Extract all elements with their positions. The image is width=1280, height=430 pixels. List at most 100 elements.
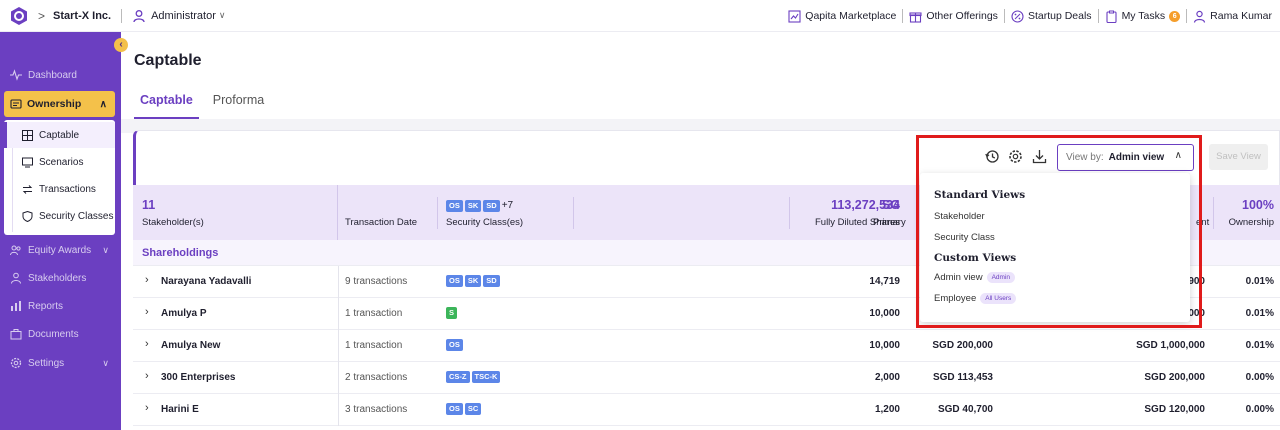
fds-value: 1,200: [874, 404, 900, 415]
sidebar-subitem-captable[interactable]: Captable: [4, 122, 115, 148]
sidebar-subitem-transactions[interactable]: Transactions: [4, 176, 115, 202]
startup-deals-label: Startup Deals: [1027, 10, 1092, 22]
role-selector[interactable]: Administrator: [151, 10, 216, 22]
startup-deals-link[interactable]: Startup Deals: [1011, 9, 1092, 23]
user-menu[interactable]: Rama Kumar: [1193, 10, 1272, 23]
expand-chevron-icon[interactable]: ›: [145, 338, 149, 350]
user-name: Rama Kumar: [1210, 10, 1272, 22]
marketplace-link[interactable]: Qapita Marketplace: [788, 9, 897, 23]
transaction-count[interactable]: 1 transaction: [345, 308, 402, 319]
sidebar-item-label: Ownership: [27, 98, 82, 110]
sidebar-subitem-security-classes[interactable]: Security Classes: [4, 203, 115, 229]
stakeholder-name[interactable]: Amulya P: [161, 308, 207, 319]
column-divider: [338, 330, 339, 362]
column-divider: [337, 185, 338, 240]
transaction-count[interactable]: 9 transactions: [345, 276, 407, 287]
investment-value: SGD 200,000: [1144, 372, 1205, 383]
ownership-total: 100%: [1242, 198, 1274, 212]
people-icon: [10, 245, 21, 256]
expand-chevron-icon[interactable]: ›: [145, 274, 149, 286]
sidebar-item-ownership[interactable]: Ownership ∧: [4, 91, 115, 117]
sidebar-item-label: Documents: [28, 328, 79, 340]
transaction-count[interactable]: 1 transaction: [345, 340, 402, 351]
user-icon: [1194, 10, 1206, 23]
user-icon: [133, 9, 145, 22]
qapita-logo-icon[interactable]: [9, 6, 29, 26]
sidebar-item-label: Stakeholders: [28, 272, 87, 284]
table-row[interactable]: › Amulya New 1 transaction OS 10,000 SGD…: [133, 330, 1280, 362]
expand-chevron-icon[interactable]: ›: [145, 402, 149, 414]
stakeholder-name[interactable]: Amulya New: [161, 340, 220, 351]
sidebar-item-reports[interactable]: Reports: [0, 295, 121, 317]
page-title: Captable: [134, 52, 202, 69]
collapse-sidebar-button[interactable]: ‹: [114, 38, 128, 52]
security-class-header[interactable]: Security Class(es): [446, 217, 523, 228]
security-badge: OS: [446, 403, 463, 415]
fds-value: 2,000: [874, 372, 900, 383]
sidebar-subitem-label: Security Classes: [39, 210, 114, 222]
column-divider: [437, 197, 438, 229]
sidebar-item-documents[interactable]: Documents: [0, 323, 121, 345]
sidebar-item-stakeholders[interactable]: Stakeholders: [0, 267, 121, 289]
fds-value: 14,719: [869, 276, 900, 287]
chevron-up-icon: ∧: [99, 98, 107, 110]
expand-chevron-icon[interactable]: ›: [145, 306, 149, 318]
tab-bar: Captable Proforma: [134, 90, 278, 119]
shield-icon: [22, 210, 33, 222]
chart-icon: [11, 301, 21, 311]
transaction-date-header[interactable]: Transaction Date: [345, 217, 417, 228]
ownership-value: 0.01%: [1245, 308, 1274, 319]
stakeholder-name[interactable]: 300 Enterprises: [161, 372, 236, 383]
transaction-count[interactable]: 2 transactions: [345, 372, 407, 383]
save-view-button[interactable]: Save View: [1209, 144, 1268, 170]
primary-value: SGD 40,700: [937, 404, 993, 415]
sidebar-subitem-label: Captable: [39, 129, 80, 141]
sidebar-item-dashboard[interactable]: Dashboard: [0, 64, 121, 86]
stakeholder-name[interactable]: Harini E: [161, 404, 199, 415]
security-badge: SK: [464, 200, 482, 212]
ownership-value: 0.00%: [1245, 404, 1274, 415]
top-links: Qapita Marketplace Other Offerings Start…: [788, 0, 1272, 32]
security-badge: OS: [446, 275, 463, 287]
security-badges: CS-Z TSC-K: [446, 371, 502, 383]
ownership-value: 0.01%: [1245, 340, 1274, 351]
column-divider: [573, 197, 574, 229]
security-badge: CS-Z: [446, 371, 470, 383]
security-badge: SC: [464, 403, 482, 415]
ownership-submenu: Captable Scenarios Transactions Security…: [4, 120, 115, 235]
divider: [902, 9, 904, 23]
marketplace-label: Qapita Marketplace: [805, 10, 897, 22]
column-divider: [338, 298, 339, 330]
expand-chevron-icon[interactable]: ›: [145, 370, 149, 382]
sidebar-item-label: Reports: [28, 300, 64, 312]
security-more[interactable]: +7: [502, 200, 513, 211]
sidebar-item-label: Equity Awards: [28, 244, 92, 256]
sidebar-item-settings[interactable]: Settings ∨: [0, 352, 121, 374]
other-offerings-link[interactable]: Other Offerings: [909, 10, 998, 23]
company-name[interactable]: Start-X Inc.: [53, 10, 111, 22]
primary-header[interactable]: Primary: [873, 217, 906, 228]
table-row[interactable]: › Harini E 3 transactions OS SC 1,200 SGD…: [133, 394, 1280, 426]
briefcase-icon: [10, 329, 22, 340]
settings-icon: [10, 357, 22, 369]
ownership-header[interactable]: Ownership: [1229, 217, 1274, 228]
stakeholder-count: 11: [142, 198, 156, 212]
sidebar-item-equity-awards[interactable]: Equity Awards ∨: [0, 239, 121, 261]
column-divider: [789, 197, 790, 229]
marketplace-icon: [788, 9, 801, 23]
tab-proforma[interactable]: Proforma: [207, 90, 270, 119]
column-divider: [338, 266, 339, 298]
transaction-count[interactable]: 3 transactions: [345, 404, 407, 415]
clipboard-icon: [1106, 10, 1117, 23]
sidebar-subitem-scenarios[interactable]: Scenarios: [4, 149, 115, 175]
other-offerings-label: Other Offerings: [926, 10, 998, 22]
my-tasks-link[interactable]: My Tasks 6: [1105, 10, 1181, 23]
stakeholder-header[interactable]: Stakeholder(s): [142, 217, 204, 228]
table-row[interactable]: › 300 Enterprises 2 transactions CS-Z TSC…: [133, 362, 1280, 394]
security-badges: OS: [446, 339, 465, 351]
tab-captable[interactable]: Captable: [134, 90, 199, 119]
security-badges: OS SK SD: [446, 275, 502, 287]
stakeholder-name[interactable]: Narayana Yadavalli: [161, 276, 251, 287]
chevron-down-icon[interactable]: ∨: [219, 10, 226, 21]
column-divider: [1213, 197, 1214, 229]
